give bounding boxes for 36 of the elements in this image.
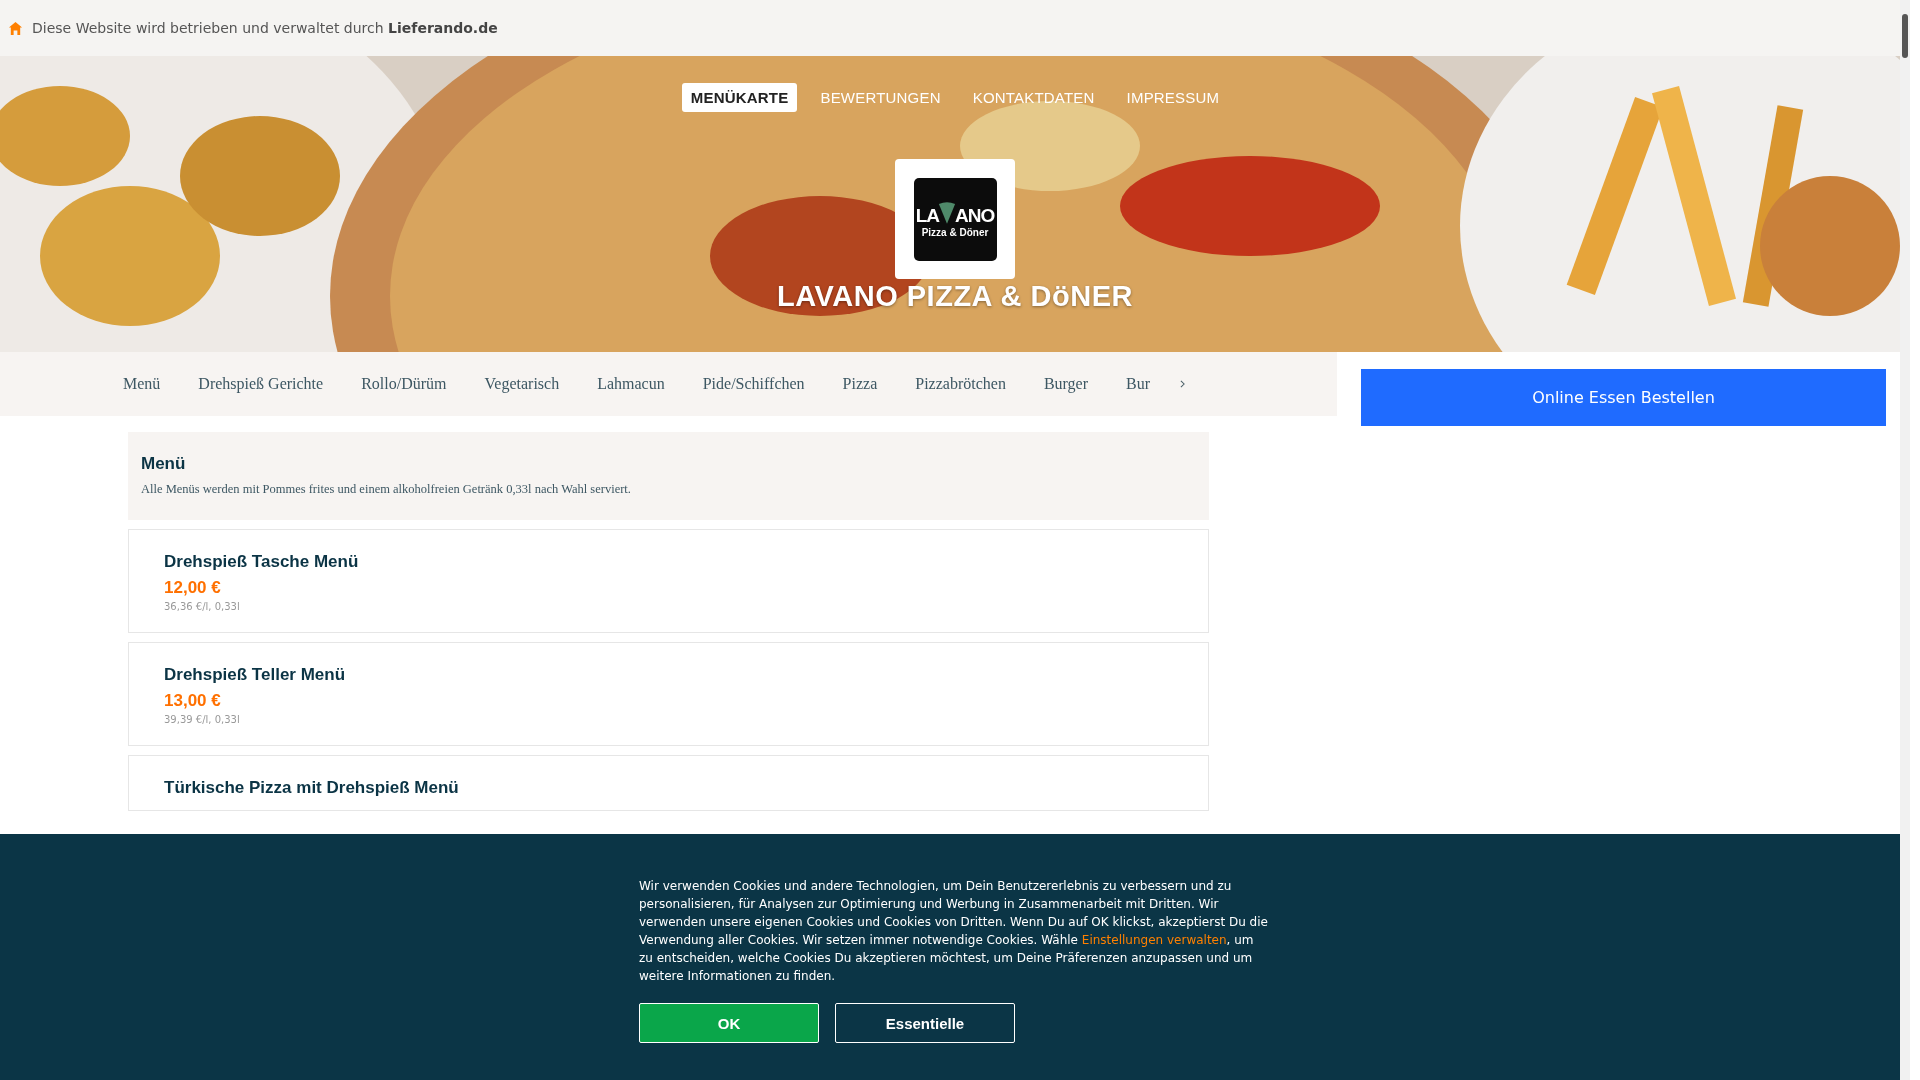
category-link[interactable]: Pizzabrötchen: [915, 375, 1006, 393]
unit-price: 39,39 €/l, 0,33l: [164, 714, 241, 725]
section-description: Alle Menüs werden mit Pommes frites und einem alkoholfreien Getränk 0,33l nach Wahl serviert.: [141, 482, 632, 497]
nav-tab[interactable]: MENÜKARTE: [681, 83, 798, 112]
category-link[interactable]: Pizza: [842, 375, 878, 393]
menu-item-card[interactable]: Drehspieß Teller Menü 13,00 € 39,39 €/l, 0,33l: [128, 642, 1209, 746]
menu-item-card[interactable]: Drehspieß Tasche Menü 12,00 € 36,36 €/l, 0,33l: [128, 529, 1209, 633]
house-icon: [8, 20, 23, 36]
category-link[interactable]: Rollo/Dürüm: [361, 375, 447, 393]
logo-subtitle: Pizza & Döner: [921, 226, 989, 238]
category-link[interactable]: Drehspieß Gerichte: [198, 375, 324, 393]
category-link[interactable]: Burger: [1043, 375, 1088, 393]
category-link[interactable]: Vegetarisch: [484, 375, 560, 393]
order-button[interactable]: Online Essen Bestellen: [1361, 369, 1886, 426]
category-link[interactable]: Menü: [123, 375, 161, 393]
notice-text: Diese Website wird betrieben und verwaltet durch Lieferando.de: [32, 20, 498, 36]
unit-price: 36,36 €/l, 0,33l: [164, 601, 241, 612]
settings-link[interactable]: Einstellungen verwalten: [1081, 933, 1227, 947]
chevron-right-icon[interactable]: [1180, 380, 1185, 388]
logo-text: LA: [915, 205, 940, 225]
item-price: 12,00 €: [164, 578, 222, 598]
category-link[interactable]: Pide/Schiffchen: [702, 375, 805, 393]
cookie-text: Wir verwenden Cookies und andere Technologien, um Dein Benutzererlebnis zu verbessern und zu personalisieren, für Analysen zur Optimierung und Werbung in Zusammenarbeit mit Dritten. Wir verwenden unsere eigenen Cookies und Cookies von Dritten. Wenn Du auf OK klickst, akzeptierst Du die Verwendung aller Cookies. Wir setzen immer notwendige Cookies. Wähle Einstellungen verwalten, um zu entscheiden, welche Cookies Du akzeptieren möchtest, um Deine Präferenzen anzupassen und um weitere Informationen zu finden.: [639, 878, 1269, 985]
category-link[interactable]: Bur: [1126, 375, 1150, 393]
item-name: Drehspieß Tasche Menü: [164, 552, 360, 572]
pizza-slice-icon: [938, 200, 957, 225]
category-link[interactable]: Lahmacun: [597, 375, 665, 393]
item-name: Türkische Pizza mit Drehspieß Menü: [164, 778, 460, 798]
logo-text: ANO: [955, 205, 995, 225]
menu-item-card[interactable]: Türkische Pizza mit Drehspieß Menü: [128, 755, 1209, 811]
essential-button[interactable]: Essentielle: [835, 1003, 1015, 1043]
item-price: 13,00 €: [164, 691, 222, 711]
restaurant-name: LAVANO PIZZA & DöNER: [777, 280, 1133, 313]
section-title: Menü: [141, 454, 187, 474]
item-name: Drehspieß Teller Menü: [164, 665, 347, 685]
scrollbar-thumb[interactable]: [1902, 14, 1908, 58]
